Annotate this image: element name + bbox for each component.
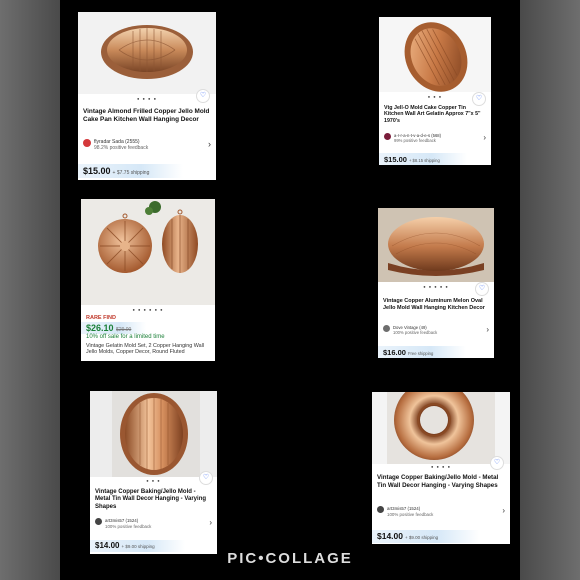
seller-name: art3mis57 (1524): [105, 518, 139, 523]
seller-avatar: [377, 506, 384, 513]
price-row: $15.00 + $7.75 shipping: [83, 166, 149, 176]
chevron-right-icon[interactable]: ›: [486, 325, 489, 334]
left-blur-border: [0, 0, 60, 580]
seller-avatar: [383, 325, 390, 332]
sale-note: 10% off sale for a limited time: [86, 334, 165, 340]
listing-card-2[interactable]: ● ● ● ♡ Vtg Jell-O Mold Cake Copper Tin …: [379, 17, 491, 165]
seller-feedback: 98.2% positive feedback: [94, 145, 149, 152]
listing-title[interactable]: Vintage Copper Baking/Jello Mold - Metal…: [95, 489, 212, 511]
listing-title[interactable]: Vintage Copper Baking/Jello Mold - Metal…: [377, 474, 505, 489]
shipping-cost: + $9.00 shipping: [121, 544, 155, 549]
seller-info[interactable]: art3mis57 (1524) 100% positive feedback: [377, 506, 500, 517]
seller-info[interactable]: Dove Vintage (49) 100% positive feedback: [383, 325, 484, 336]
watch-heart-icon[interactable]: ♡: [475, 282, 489, 296]
seller-feedback: 100% positive feedback: [105, 523, 152, 529]
seller-info[interactable]: a-r-r-a-n-t-v-a-d-e-s (568) 99% positive …: [384, 133, 481, 144]
chevron-right-icon[interactable]: ›: [208, 139, 211, 149]
price: $14.00: [95, 541, 120, 550]
price-row: $16.00 Free shipping: [383, 348, 433, 357]
two-copper-molds-image: [98, 201, 198, 273]
seller-avatar: [95, 518, 102, 525]
seller-feedback: 100% positive feedback: [387, 511, 434, 517]
seller-avatar: [384, 133, 391, 140]
price: $14.00: [377, 531, 403, 541]
copper-mold-photo[interactable]: [90, 391, 217, 477]
melon-oval-mold-image: [388, 217, 484, 276]
watch-heart-icon[interactable]: ♡: [199, 471, 213, 485]
listing-card-5[interactable]: ● ● ● ♡ Vintage Copper Baking/Jello Mold…: [90, 391, 217, 554]
seller-avatar: [83, 139, 91, 147]
seller-info[interactable]: flyradar Sada (2555) 98.2% positive feedb…: [83, 139, 206, 152]
price-row: $26.10 $29.00: [86, 323, 131, 333]
price: $16.00: [383, 348, 406, 357]
copper-mold-photo[interactable]: [78, 12, 216, 94]
rare-find-badge: RARE FIND: [86, 315, 116, 321]
listing-title[interactable]: Vintage Gelatin Mold Set, 2 Copper Hangi…: [86, 343, 215, 356]
listing-card-1[interactable]: ● ● ● ● ♡ Vintage Almond Frilled Copper …: [78, 12, 216, 180]
listing-card-4[interactable]: ● ● ● ● ● ♡ Vintage Copper Aluminum Melo…: [378, 208, 494, 358]
shipping-cost: + $8.15 shipping: [408, 158, 440, 163]
copper-molds-photo[interactable]: [81, 199, 215, 305]
price: $15.00: [384, 155, 407, 164]
seller-feedback: 99% positive feedback: [394, 138, 436, 144]
sale-price: $26.10: [86, 323, 114, 333]
listing-title[interactable]: Vintage Almond Frilled Copper Jello Mold…: [83, 108, 211, 124]
seller-name: Dove Vintage (49): [393, 325, 427, 330]
image-carousel-dots[interactable]: ● ● ●: [90, 478, 217, 483]
seller-name: art3mis57 (1524): [387, 506, 421, 511]
price-row: $14.00 + $9.00 shipping: [95, 541, 155, 550]
seller-feedback: 100% positive feedback: [393, 330, 438, 336]
copper-mold-photo[interactable]: [372, 392, 510, 464]
price: $15.00: [83, 166, 111, 176]
right-blur-border: [520, 0, 580, 580]
copper-mold-photo[interactable]: [379, 17, 491, 92]
listing-title[interactable]: Vtg Jell-O Mold Cake Copper Tin Kitchen …: [384, 105, 486, 124]
price-row: $14.00 + $9.00 shipping: [377, 531, 438, 541]
chevron-right-icon[interactable]: ›: [483, 133, 486, 142]
chevron-right-icon[interactable]: ›: [502, 506, 505, 515]
oval-fluted-mold-image: [404, 22, 468, 92]
listing-title[interactable]: Vintage Copper Aluminum Melon Oval Jello…: [383, 298, 489, 311]
image-carousel-dots[interactable]: ● ● ● ● ● ●: [81, 307, 215, 312]
watch-heart-icon[interactable]: ♡: [490, 456, 504, 470]
shipping-cost: Free shipping: [407, 351, 434, 356]
price-row: $15.00 + $8.15 shipping: [384, 155, 440, 164]
fluted-oval-mold-image: [112, 391, 200, 477]
frilled-oval-mold-image: [101, 25, 193, 79]
shipping-cost: + $7.75 shipping: [112, 170, 150, 176]
listing-card-3[interactable]: ● ● ● ● ● ● RARE FIND $26.10 $29.00 10% …: [81, 199, 215, 361]
seller-name: a-r-r-a-n-t-v-a-d-e-s (568): [394, 133, 441, 138]
seller-name: flyradar Sada (2555): [94, 139, 140, 145]
shipping-cost: + $9.00 shipping: [405, 535, 439, 540]
chevron-right-icon[interactable]: ›: [209, 518, 212, 527]
copper-mold-photo[interactable]: [378, 208, 494, 282]
listing-card-6[interactable]: ● ● ● ● ♡ Vintage Copper Baking/Jello Mo…: [372, 392, 510, 544]
ring-mold-image: [387, 392, 495, 464]
collage-watermark: PIC•COLLAGE: [227, 550, 353, 567]
watch-heart-icon[interactable]: ♡: [472, 92, 486, 106]
watch-heart-icon[interactable]: ♡: [196, 89, 210, 103]
seller-info[interactable]: art3mis57 (1524) 100% positive feedback: [95, 518, 207, 529]
original-price: $29.00: [116, 327, 132, 333]
